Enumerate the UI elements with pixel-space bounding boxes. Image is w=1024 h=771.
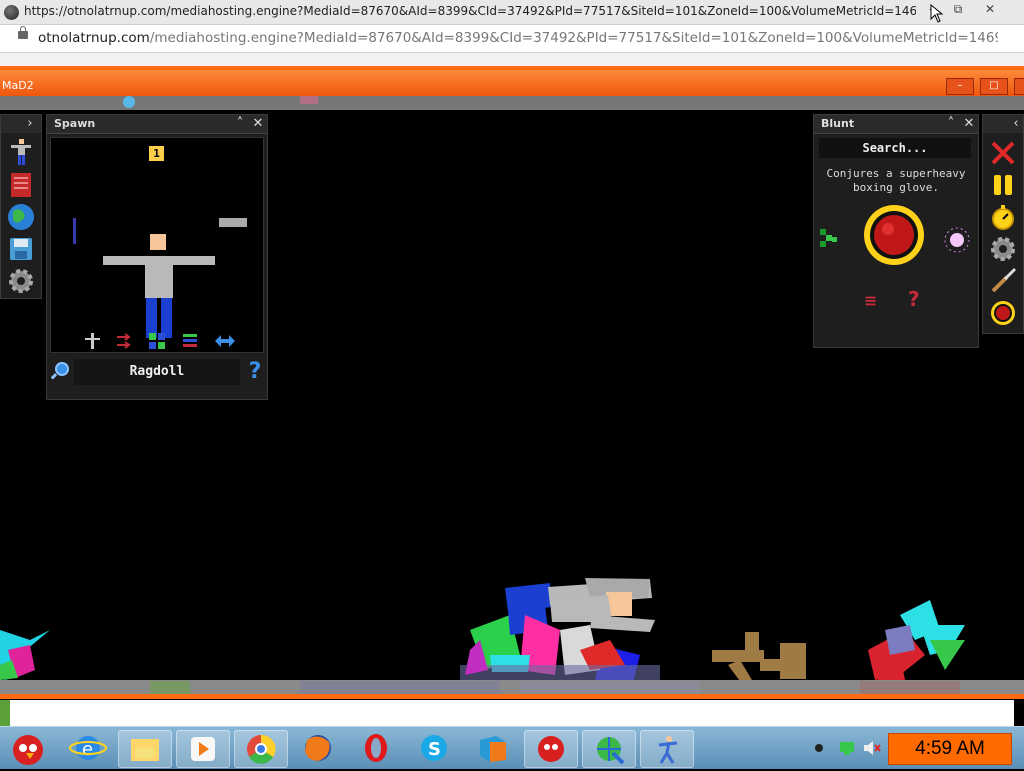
mouse-cursor-icon	[930, 4, 944, 23]
title-url: https://otnolatrnup.com/mediahosting.eng…	[24, 4, 916, 18]
angry-birds-icon[interactable]	[4, 730, 56, 766]
address-path: /mediahosting.engine?MediaId=87670&AId=8…	[149, 30, 998, 46]
close-x-icon[interactable]: ✕	[251, 115, 265, 133]
help-button[interactable]: ?	[908, 287, 920, 311]
wood-debris	[712, 632, 806, 680]
game-close-button[interactable]	[1014, 78, 1024, 95]
list-icon[interactable]: ≡	[864, 291, 877, 310]
media-player-button[interactable]	[176, 730, 230, 768]
left-edge	[0, 700, 10, 726]
knife-tool-icon[interactable]	[989, 267, 1017, 295]
address-bar[interactable]: otnolatrnup.com/mediahosting.engine?Medi…	[0, 25, 1024, 53]
save-disk-icon[interactable]	[7, 235, 35, 263]
boxing-glove-icon[interactable]	[858, 199, 930, 271]
notification-dot-icon[interactable]	[815, 744, 823, 752]
right-toolbar: ‹	[982, 114, 1024, 334]
file-explorer-button[interactable]	[118, 730, 172, 768]
collapse-chevron-icon[interactable]: ˄	[233, 115, 247, 133]
address-host: otnolatrnup.com	[38, 30, 150, 46]
ragdoll-game-icon	[658, 736, 678, 764]
game-window-title: MaD2	[2, 79, 34, 92]
angry-birds-2-button[interactable]	[524, 730, 578, 768]
previous-arrow-icon[interactable]	[818, 225, 840, 255]
right-toolbar-head: ‹	[983, 115, 1023, 133]
network-globe-button[interactable]	[582, 730, 636, 768]
delete-x-icon[interactable]	[989, 139, 1017, 167]
ragdoll-preview	[73, 218, 247, 338]
internet-explorer-icon[interactable]: e	[62, 730, 114, 766]
debris-right	[868, 600, 965, 680]
close-button[interactable]: ✕	[976, 1, 1004, 18]
flip-arrows-icon[interactable]	[213, 332, 237, 350]
search-input[interactable]: Search...	[819, 138, 971, 158]
left-toolbar: ›	[0, 114, 42, 299]
gear-icon[interactable]	[7, 267, 35, 295]
pose-figure-icon[interactable]	[83, 332, 101, 350]
boxing-glove-tool-icon[interactable]	[989, 299, 1017, 327]
blunt-panel-title: Blunt	[821, 117, 855, 130]
svg-text:S: S	[428, 739, 441, 760]
skype-icon[interactable]: S	[408, 730, 460, 766]
pause-icon[interactable]	[991, 171, 1015, 199]
angry-birds-2-icon	[538, 736, 564, 762]
game-arena[interactable]: › Spawn ˄ ✕ 1 Ragdoll ? Blunt ˄ ✕ Search…	[0, 110, 1024, 680]
search-icon[interactable]	[51, 361, 71, 381]
figure-icon[interactable]	[7, 137, 35, 169]
spawn-preview[interactable]: 1	[50, 137, 264, 353]
debris	[300, 96, 318, 104]
ragdoll-game-button[interactable]	[640, 730, 694, 768]
arena-floor	[0, 680, 1024, 695]
game-minimize-button[interactable]: –	[946, 78, 974, 95]
media-player-icon	[191, 737, 215, 761]
blunt-panel: Blunt ˄ ✕ Search... Conjures a superheav…	[813, 114, 979, 348]
spawn-panel-title: Spawn	[54, 117, 96, 130]
address-url[interactable]: otnolatrnup.com/mediahosting.engine?Medi…	[38, 30, 998, 46]
left-toolbar-head: ›	[1, 115, 41, 133]
network-status-icon[interactable]	[838, 739, 856, 757]
item-description: Conjures a superheavy boxing glove.	[818, 167, 974, 195]
browser-spacer	[0, 53, 1024, 66]
chevron-left-icon[interactable]: ‹	[1009, 115, 1023, 133]
chevron-right-icon[interactable]: ›	[23, 115, 37, 133]
shuffle-icon[interactable]	[115, 332, 133, 350]
stopwatch-icon[interactable]	[989, 203, 1017, 231]
folder-icon	[131, 739, 159, 761]
firefox-icon[interactable]	[292, 730, 344, 766]
chrome-button[interactable]	[234, 730, 288, 768]
floor-debris	[150, 681, 960, 695]
grid-color-icon[interactable]	[147, 330, 167, 350]
spawn-item-field[interactable]: Ragdoll	[74, 359, 240, 385]
globe-icon	[4, 5, 19, 20]
layers-icon[interactable]	[181, 332, 199, 350]
debris-left	[0, 630, 50, 680]
ragdoll-fallen	[548, 578, 655, 632]
clock[interactable]: 4:59 AM	[888, 733, 1012, 765]
globe-world-icon[interactable]	[7, 203, 35, 231]
book-icon[interactable]	[9, 171, 33, 199]
description-line: Conjures a superheavy	[826, 167, 966, 180]
chrome-icon	[247, 734, 276, 764]
gear-icon[interactable]	[989, 235, 1017, 263]
lock-icon	[18, 26, 28, 39]
browser-title-bar: https://otnolatrnup.com/mediahosting.eng…	[0, 0, 1024, 25]
status-bar	[10, 700, 1014, 726]
close-x-icon[interactable]: ✕	[962, 115, 976, 133]
game-maximize-button[interactable]: □	[980, 78, 1008, 95]
game-top-bar	[0, 96, 1024, 110]
volume-muted-icon[interactable]	[862, 739, 882, 757]
collapse-chevron-icon[interactable]: ˄	[944, 115, 958, 133]
help-button[interactable]: ?	[246, 359, 264, 385]
package-icon[interactable]	[466, 730, 518, 766]
floor-strip	[0, 694, 1024, 699]
windows-taskbar: e S 4:59 AM	[0, 726, 1024, 769]
bird-icon	[123, 96, 135, 108]
network-globe-icon	[597, 737, 625, 765]
opera-icon[interactable]	[350, 730, 402, 766]
spawn-panel: Spawn ˄ ✕ 1 Ragdoll ?	[46, 114, 268, 400]
description-line: boxing glove.	[852, 181, 940, 194]
restore-button[interactable]: ⧉	[944, 1, 972, 18]
next-sparkle-icon[interactable]	[944, 227, 970, 253]
game-window-title-bar: MaD2 – □	[0, 66, 1024, 100]
